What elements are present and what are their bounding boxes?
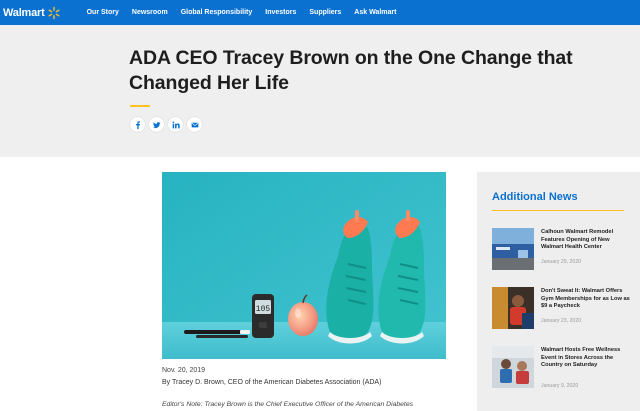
share-email-button[interactable]: [187, 117, 202, 132]
top-navigation: Walmart Our Story Newsroom Global Respon…: [0, 0, 640, 25]
brand-name: Walmart: [3, 6, 45, 19]
nav-item-ask-walmart[interactable]: Ask Walmart: [354, 9, 396, 16]
page-title: ADA CEO Tracey Brown on the One Change t…: [129, 47, 573, 94]
news-date: January 29, 2020: [541, 259, 582, 265]
nav-item-newsroom[interactable]: Newsroom: [132, 9, 168, 16]
title-divider: [130, 105, 150, 107]
nav-item-global-responsibility[interactable]: Global Responsibility: [181, 9, 253, 16]
news-item[interactable]: Don't Sweat It: Walmart Offers Gym Membe…: [492, 287, 632, 337]
glucose-meter: 105: [252, 294, 274, 338]
spark-icon: [48, 6, 60, 19]
nav-menu: Our Story Newsroom Global Responsibility…: [87, 9, 410, 16]
linkedin-icon: [172, 120, 180, 128]
nav-item-suppliers[interactable]: Suppliers: [309, 9, 341, 16]
news-thumbnail: [492, 346, 534, 388]
news-date: January 9, 2020: [541, 383, 579, 389]
twitter-icon: [152, 121, 161, 128]
share-twitter-button[interactable]: [149, 117, 164, 132]
sidebar-divider: [492, 210, 624, 211]
article-date: Nov. 20, 2019: [162, 367, 206, 374]
news-thumbnail: [492, 228, 534, 270]
news-headline[interactable]: Don't Sweat It: Walmart Offers Gym Membe…: [541, 288, 633, 311]
share-linkedin-button[interactable]: [168, 117, 183, 132]
news-headline[interactable]: Walmart Hosts Free Wellness Event in Sto…: [541, 347, 633, 370]
article-header: ADA CEO Tracey Brown on the One Change t…: [0, 25, 640, 157]
article-hero-image: 105: [162, 172, 446, 359]
article-byline: By Tracey D. Brown, CEO of the American …: [162, 379, 382, 386]
editor-note: Editor's Note: Tracey Brown is the Chief…: [162, 401, 413, 408]
sidebar-title: Additional News: [492, 191, 578, 203]
news-date: January 23, 2020: [541, 318, 582, 324]
news-item[interactable]: Walmart Hosts Free Wellness Event in Sto…: [492, 346, 632, 396]
email-icon: [191, 122, 198, 127]
news-item[interactable]: Calhoun Walmart Remodel Features Opening…: [492, 228, 632, 278]
news-headline[interactable]: Calhoun Walmart Remodel Features Opening…: [541, 229, 633, 252]
walmart-logo[interactable]: Walmart: [3, 0, 61, 25]
additional-news-sidebar: Additional News Calhoun Walmart Remodel …: [477, 172, 640, 411]
nav-item-investors[interactable]: Investors: [265, 9, 296, 16]
news-thumbnail: [492, 287, 534, 329]
nav-item-our-story[interactable]: Our Story: [87, 9, 119, 16]
share-bar: [130, 117, 206, 132]
share-facebook-button[interactable]: [130, 117, 145, 132]
svg-text:105: 105: [256, 305, 271, 314]
facebook-icon: [135, 120, 140, 129]
